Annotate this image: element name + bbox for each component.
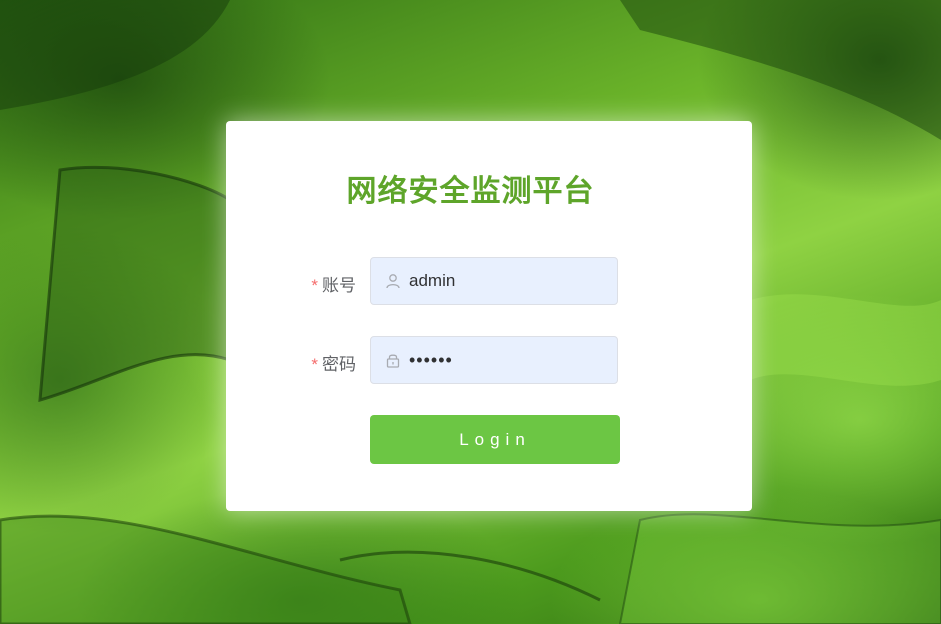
password-field[interactable]	[370, 336, 618, 384]
account-field[interactable]	[370, 257, 618, 305]
required-mark: *	[311, 276, 318, 295]
password-input[interactable]	[409, 337, 609, 383]
account-label-text: 账号	[322, 276, 356, 295]
login-button[interactable]: Login	[370, 415, 620, 464]
account-input[interactable]	[409, 258, 609, 304]
page-title: 网络安全监测平台	[346, 175, 595, 208]
account-label: * 账号	[296, 271, 356, 296]
password-label-text: 密码	[322, 355, 356, 374]
lock-icon	[386, 354, 400, 368]
user-icon	[386, 274, 400, 289]
required-mark: *	[311, 355, 318, 374]
password-label: * 密码	[296, 350, 356, 375]
